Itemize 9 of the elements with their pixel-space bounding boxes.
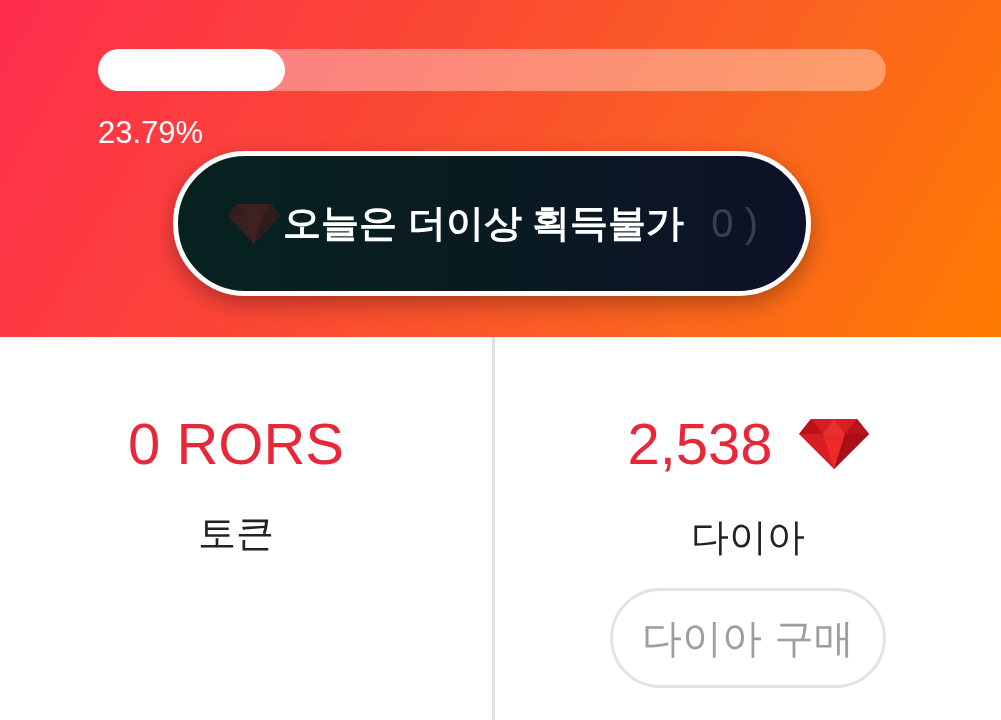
balance-label: 토큰 [198,511,274,556]
balance-amount: 0 RORS [128,410,344,478]
balance-amount: 2,538 [627,410,773,478]
diamond-icon [798,419,869,469]
buy-diamond-button[interactable]: 다이아 구매 [610,588,886,688]
progress-percentage: 23.79% [98,115,204,151]
diamond-icon [228,203,280,244]
balance-label: 다이아 [691,515,805,560]
toast-message: 오늘은 더이상 획득불가 [283,201,685,246]
